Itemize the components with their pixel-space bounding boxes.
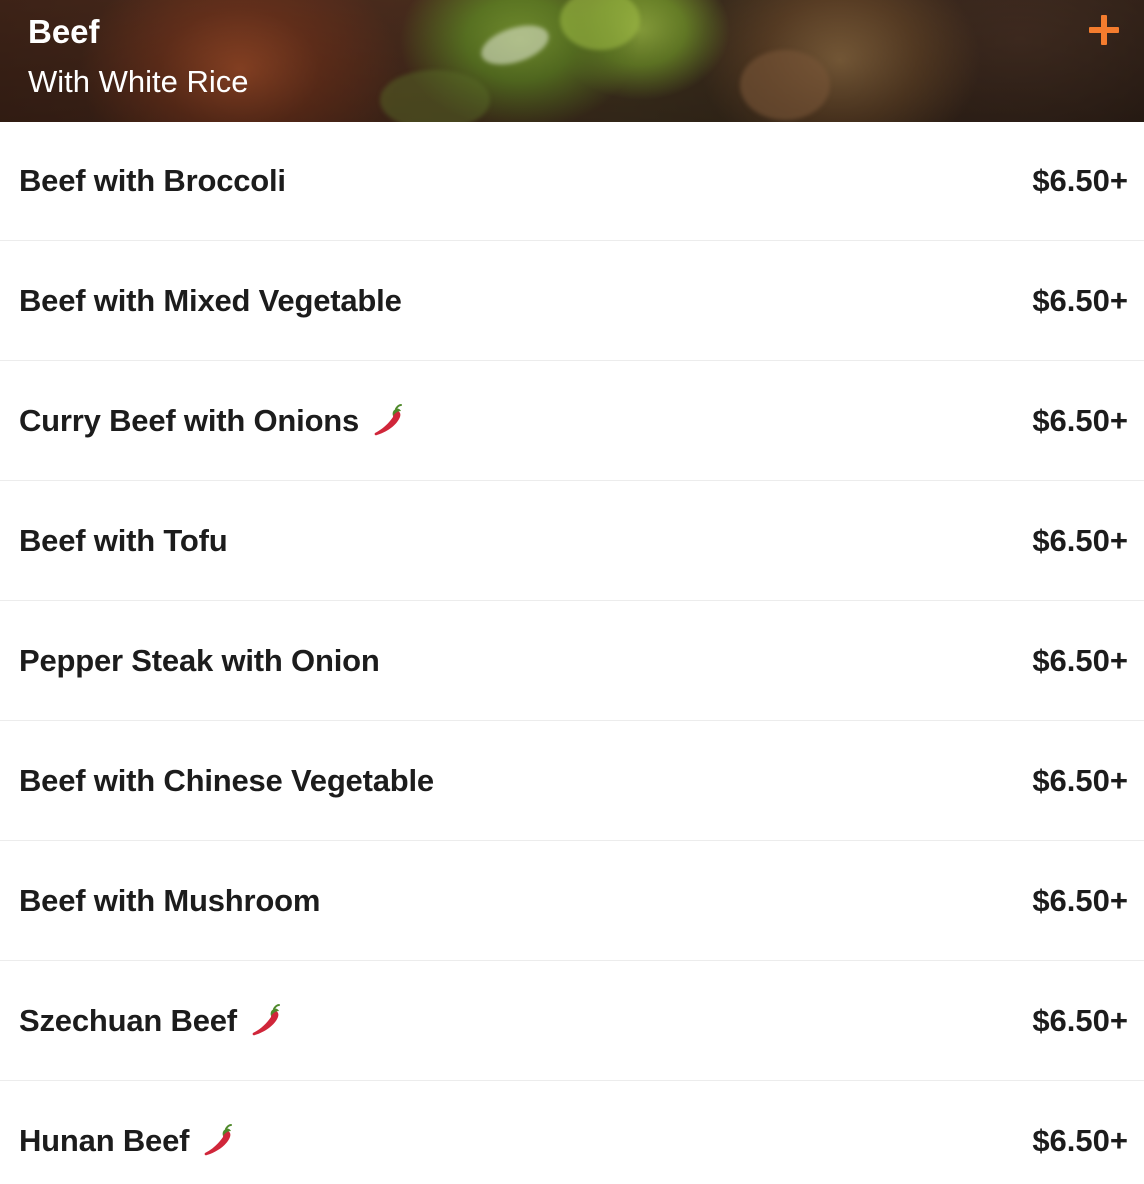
header-photo-highlight: [380, 70, 490, 122]
menu-item[interactable]: Beef with Tofu $6.50+: [0, 481, 1144, 601]
category-header: Beef With White Rice: [0, 0, 1144, 122]
category-header-text: Beef With White Rice: [28, 12, 248, 102]
menu-item-price: $6.50+: [1032, 1002, 1128, 1038]
menu-item-name-group: Beef with Tofu: [19, 522, 228, 559]
menu-item-price: $6.50+: [1032, 402, 1128, 438]
menu-item-name: Szechuan Beef: [19, 1002, 237, 1038]
menu-item[interactable]: Beef with Mushroom $6.50+: [0, 841, 1144, 961]
header-photo-highlight: [560, 0, 640, 50]
menu-item-list: Beef with Broccoli $6.50+ Beef with Mixe…: [0, 122, 1144, 1184]
menu-item[interactable]: Beef with Broccoli $6.50+: [0, 122, 1144, 241]
menu-item-price: $6.50+: [1032, 1123, 1128, 1158]
header-photo-highlight: [476, 18, 554, 72]
menu-item-name: Beef with Broccoli: [19, 163, 286, 198]
chili-pepper-icon: [204, 1124, 233, 1156]
menu-item-price: $6.50+: [1032, 522, 1128, 558]
menu-item[interactable]: Curry Beef with Onions $6.50+: [0, 361, 1144, 481]
menu-item-price: $6.50+: [1032, 282, 1128, 318]
menu-item[interactable]: Hunan Beef $6.50+: [0, 1081, 1144, 1184]
menu-item-price: $6.50+: [1032, 642, 1128, 678]
header-photo-highlight: [740, 50, 830, 120]
menu-page: Beef With White Rice Beef with Broccoli …: [0, 0, 1144, 1184]
menu-item-price: $6.50+: [1032, 762, 1128, 798]
menu-item-name-group: Hunan Beef: [19, 1123, 237, 1159]
menu-item-name-group: Beef with Mixed Vegetable: [19, 283, 402, 319]
menu-item-name: Beef with Tofu: [19, 522, 228, 558]
add-category-button[interactable]: [1084, 10, 1124, 50]
menu-item[interactable]: Beef with Chinese Vegetable $6.50+: [0, 721, 1144, 841]
menu-item-name-group: Beef with Mushroom: [19, 883, 320, 919]
category-subtitle: With White Rice: [28, 64, 249, 99]
chili-pepper-icon: [374, 403, 403, 435]
category-title: Beef: [28, 13, 100, 50]
menu-item-name-group: Szechuan Beef: [19, 1003, 285, 1039]
chili-pepper-icon: [252, 1003, 280, 1035]
menu-item-name-group: Curry Beef with Onions: [19, 403, 407, 439]
menu-item[interactable]: Szechuan Beef $6.50+: [0, 961, 1144, 1081]
plus-icon: [1089, 15, 1119, 45]
menu-item[interactable]: Pepper Steak with Onion $6.50+: [0, 601, 1144, 721]
menu-item-name: Beef with Chinese Vegetable: [19, 762, 434, 798]
menu-item-name: Beef with Mushroom: [19, 882, 321, 918]
menu-item-name: Pepper Steak with Onion: [19, 642, 380, 678]
menu-item-price: $6.50+: [1032, 163, 1128, 198]
menu-item-name-group: Pepper Steak with Onion: [19, 643, 380, 679]
menu-item-name: Beef with Mixed Vegetable: [19, 282, 402, 318]
menu-item-name: Curry Beef with Onions: [19, 402, 360, 438]
menu-item-name-group: Beef with Broccoli: [19, 163, 286, 199]
menu-item-price: $6.50+: [1032, 882, 1128, 918]
menu-item-name: Hunan Beef: [19, 1123, 190, 1158]
menu-item[interactable]: Beef with Mixed Vegetable $6.50+: [0, 241, 1144, 361]
menu-item-name-group: Beef with Chinese Vegetable: [19, 763, 434, 799]
